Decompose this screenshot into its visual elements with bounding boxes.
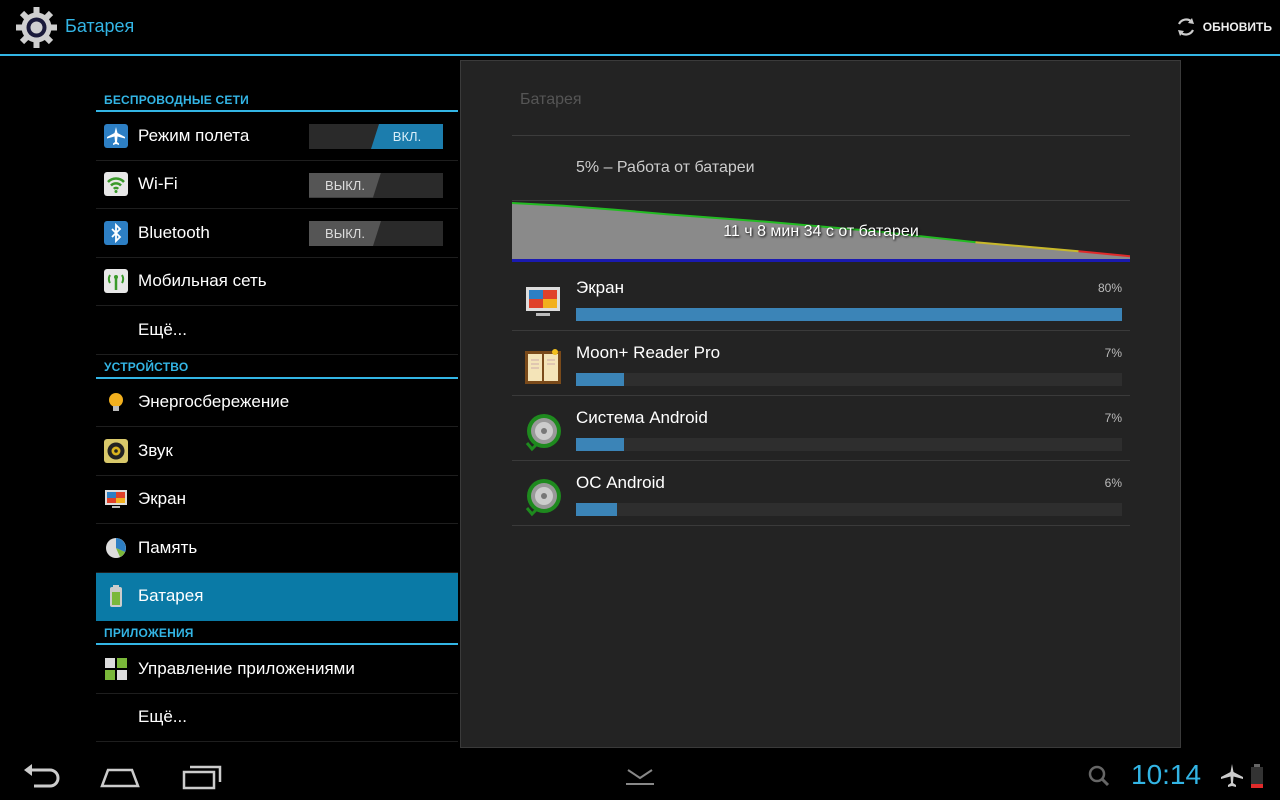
- sidebar-item-airplane-mode[interactable]: Режим полета ВКЛ.: [96, 112, 458, 161]
- settings-list: БЕСПРОВОДНЫЕ СЕТИ Режим полета ВКЛ. Wi-F…: [96, 88, 458, 742]
- refresh-icon: [1177, 18, 1194, 36]
- settings-gear-icon[interactable]: [14, 5, 59, 50]
- battery-status[interactable]: 5% – Работа от батареи: [576, 159, 755, 177]
- action-bar: Батарея ОБНОВИТЬ: [0, 0, 1280, 56]
- mobile-network-icon: [103, 268, 129, 294]
- battery-icon: [103, 583, 129, 609]
- section-header-device: УСТРОЙСТВО: [96, 355, 458, 379]
- keyboard-hide-icon[interactable]: [618, 762, 662, 790]
- clock[interactable]: 10:14: [1131, 759, 1201, 791]
- sidebar-item-label: Ещё...: [138, 707, 187, 727]
- lightbulb-icon: [103, 389, 129, 415]
- bluetooth-toggle[interactable]: ВЫКЛ.: [309, 221, 443, 246]
- usage-percent: 80%: [1097, 281, 1122, 295]
- page-title: Батарея: [65, 16, 135, 36]
- usage-percent: 6%: [1104, 476, 1122, 490]
- display-icon: [103, 486, 129, 512]
- sidebar-item-more-wireless[interactable]: Ещё...: [96, 306, 458, 355]
- usage-row-moon-reader[interactable]: Moon+ Reader Pro 7%: [512, 332, 1130, 396]
- wifi-icon: [103, 171, 129, 197]
- usage-bar-track: [576, 373, 1122, 386]
- graph-baseline: [512, 259, 1130, 262]
- section-header-wireless: БЕСПРОВОДНЫЕ СЕТИ: [96, 88, 458, 112]
- sidebar-item-label: Bluetooth: [138, 222, 210, 242]
- storage-pie-icon: [103, 535, 129, 561]
- usage-name: Система Android: [576, 408, 708, 427]
- sidebar-item-bluetooth[interactable]: Bluetooth ВЫКЛ.: [96, 209, 458, 258]
- sidebar-item-label: Wi-Fi: [138, 174, 178, 194]
- speaker-icon: [103, 438, 129, 464]
- usage-bar-track: [576, 438, 1122, 451]
- battery-status-icon: [1251, 764, 1263, 788]
- sidebar-item-label: Энергосбережение: [138, 392, 290, 412]
- system-bar: 10:14: [0, 752, 1280, 800]
- usage-bar-fill: [576, 503, 617, 516]
- sidebar-item-wifi[interactable]: Wi-Fi ВЫКЛ.: [96, 161, 458, 209]
- usage-bar-fill: [576, 438, 624, 451]
- usage-bar-fill: [576, 373, 624, 386]
- usage-row-android-os[interactable]: ОС Android 6%: [512, 462, 1130, 526]
- battery-panel: Батарея 5% – Работа от батареи 11 ч 8 ми…: [460, 60, 1181, 748]
- refresh-button[interactable]: ОБНОВИТЬ: [1175, 12, 1272, 42]
- refresh-label: ОБНОВИТЬ: [1202, 20, 1272, 34]
- airplane-mode-toggle[interactable]: ВКЛ.: [309, 124, 443, 149]
- wifi-toggle[interactable]: ВЫКЛ.: [309, 172, 443, 198]
- usage-bar-track: [576, 503, 1122, 516]
- toggle-label: ВЫКЛ.: [309, 221, 381, 246]
- sidebar-item-storage[interactable]: Память: [96, 524, 458, 573]
- bluetooth-icon: [103, 220, 129, 246]
- android-system-icon: [525, 414, 561, 452]
- action-bar-divider: [0, 54, 1280, 56]
- home-icon[interactable]: [98, 762, 142, 790]
- sidebar-item-display[interactable]: Экран: [96, 476, 458, 524]
- sidebar-item-mobile-network[interactable]: Мобильная сеть: [96, 258, 458, 306]
- panel-title: Батарея: [520, 91, 582, 108]
- sidebar-item-label: Мобильная сеть: [138, 271, 267, 291]
- sidebar-item-label: Батарея: [138, 586, 204, 606]
- usage-bar-fill: [576, 308, 1122, 321]
- airplane-mode-status-icon: [1221, 764, 1243, 787]
- usage-name: Экран: [576, 278, 624, 297]
- apps-grid-icon: [103, 656, 129, 682]
- graph-label: 11 ч 8 мин 34 с от батареи: [723, 223, 919, 240]
- sidebar-item-more-apps[interactable]: Ещё...: [96, 694, 458, 742]
- book-icon: [525, 349, 561, 384]
- sidebar-item-label: Память: [138, 537, 198, 557]
- sidebar-item-label: Режим полета: [138, 125, 250, 145]
- back-icon[interactable]: [20, 762, 64, 790]
- airplane-icon: [103, 123, 129, 149]
- sidebar-item-label: Ещё...: [138, 319, 187, 339]
- recent-apps-icon[interactable]: [180, 762, 224, 790]
- usage-percent: 7%: [1104, 411, 1122, 425]
- section-header-apps: ПРИЛОЖЕНИЯ: [96, 621, 458, 645]
- usage-row-android-system[interactable]: Система Android 7%: [512, 397, 1130, 461]
- sidebar-item-power-saving[interactable]: Энергосбережение: [96, 379, 458, 427]
- sidebar-item-label: Звук: [138, 440, 173, 460]
- usage-name: Moon+ Reader Pro: [576, 343, 721, 362]
- toggle-label: ВЫКЛ.: [309, 173, 381, 198]
- sidebar-item-label: Управление приложениями: [138, 658, 355, 678]
- sidebar-item-label: Экран: [138, 489, 186, 509]
- usage-row-screen[interactable]: Экран 80%: [512, 267, 1130, 331]
- android-os-icon: [525, 479, 561, 517]
- sidebar-item-sound[interactable]: Звук: [96, 427, 458, 476]
- toggle-label: ВКЛ.: [371, 124, 443, 149]
- search-icon[interactable]: [1080, 762, 1120, 790]
- usage-name: ОС Android: [576, 473, 665, 492]
- divider: [512, 135, 1130, 136]
- usage-bar-track: [576, 308, 1122, 321]
- display-icon: [526, 287, 560, 316]
- usage-percent: 7%: [1104, 346, 1122, 360]
- sidebar-item-battery[interactable]: Батарея: [96, 572, 458, 621]
- sidebar-item-manage-apps[interactable]: Управление приложениями: [96, 645, 458, 694]
